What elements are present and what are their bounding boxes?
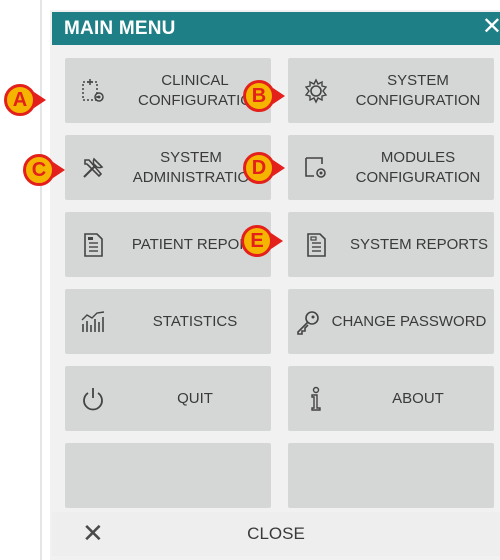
gear-icon [304,77,328,104]
label-line1: STATISTICS [152,312,238,330]
label-line1: CHANGE PASSWORD [331,312,487,330]
close-icon[interactable]: ✕ [482,15,500,39]
badge-d: D [243,152,275,184]
about-button[interactable]: ABOUT [288,366,494,431]
patient-reports-button[interactable]: PATIENT REPOR [65,212,271,277]
system-reports-label: SYSTEM REPORTS [344,235,494,255]
change-password-button[interactable]: CHANGE PASSWORD [288,289,494,354]
modules-configuration-button[interactable]: MODULES CONFIGURATION [288,135,494,200]
clinical-configuration-button[interactable]: CLINICAL CONFIGURATIO [65,58,271,123]
empty-button-right [288,443,494,508]
statistics-icon [81,310,105,332]
clinical-config-icon [82,78,104,102]
label-line1: QUIT [177,389,213,407]
badge-a: A [4,84,36,116]
about-label: ABOUT [348,389,488,409]
system-administration-label: SYSTEM ADMINISTRATIO [121,148,261,188]
close-bar[interactable]: ✕ CLOSE [52,512,500,556]
system-reports-button[interactable]: SYSTEM REPORTS [288,212,494,277]
modules-config-icon [305,156,326,178]
system-configuration-button[interactable]: SYSTEM CONFIGURATION [288,58,494,123]
badge-c-arrow [53,162,65,178]
system-configuration-label: SYSTEM CONFIGURATION [348,71,488,111]
badge-a-arrow [34,92,46,108]
label-line1: SYSTEM [160,148,222,166]
statistics-label: STATISTICS [125,312,265,332]
quit-label: QUIT [125,389,265,409]
empty-button-left [65,443,271,508]
info-icon [311,386,321,411]
statistics-button[interactable]: STATISTICS [65,289,271,354]
quit-button[interactable]: QUIT [65,366,271,431]
badge-c: C [23,154,55,186]
patient-report-icon [84,232,103,257]
modules-configuration-label: MODULES CONFIGURATION [348,148,488,188]
label-line1: ABOUT [392,389,444,407]
badge-e: E [241,225,273,257]
patient-reports-label: PATIENT REPOR [121,235,261,255]
key-icon [297,310,319,335]
label-line1: PATIENT REPOR [131,235,251,253]
power-icon [83,387,103,410]
tools-icon [83,157,104,178]
label-line1: SYSTEM [387,71,449,89]
badge-e-arrow [271,233,283,249]
badge-b: B [243,80,275,112]
label-line2: CONFIGURATION [355,168,481,186]
system-administration-button[interactable]: SYSTEM ADMINISTRATIO [65,135,271,200]
menu-title: MAIN MENU [64,18,176,39]
label-line1: MODULES [380,148,456,166]
label-line1: SYSTEM REPORTS [349,235,489,253]
label-line2: CONFIGURATION [355,91,481,109]
badge-b-arrow [273,88,285,104]
change-password-label: CHANGE PASSWORD [326,312,492,332]
label-line2: ADMINISTRATIO [132,168,250,186]
system-report-icon [307,232,326,257]
badge-d-arrow [273,160,285,176]
left-divider [40,0,42,560]
close-label: CLOSE [247,524,305,543]
menu-titlebar: MAIN MENU ✕ [52,12,500,45]
